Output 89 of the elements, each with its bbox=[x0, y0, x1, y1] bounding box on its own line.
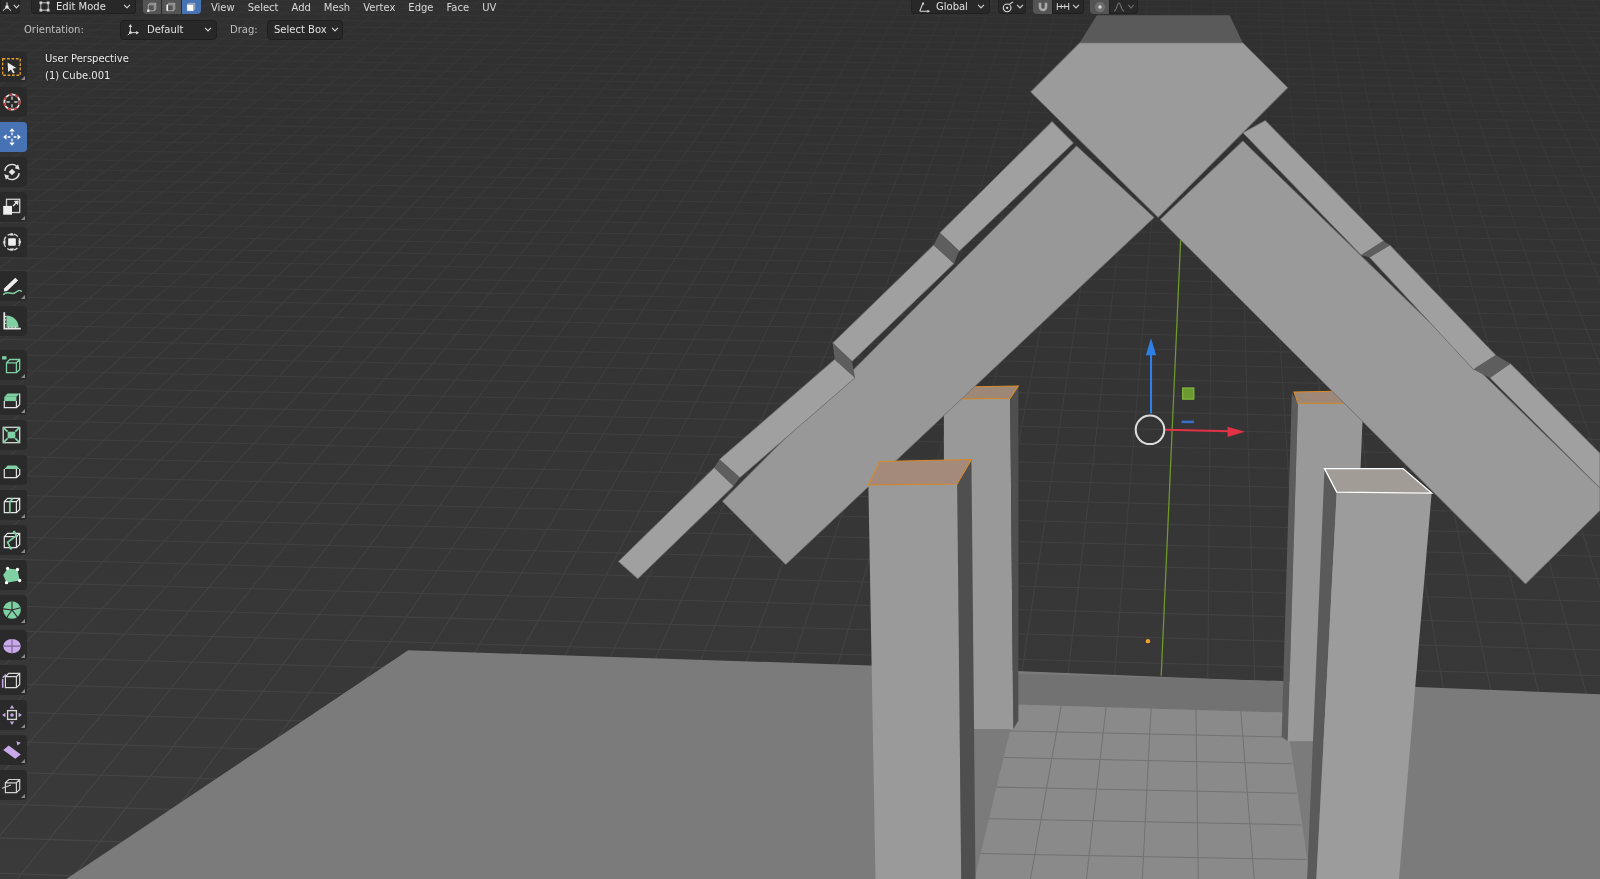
tool-button[interactable] bbox=[0, 271, 27, 301]
origin-dot-icon bbox=[1145, 638, 1151, 644]
menu-item[interactable]: UV bbox=[475, 0, 503, 14]
square-inset-icon bbox=[1, 424, 23, 446]
caret-icon bbox=[977, 4, 985, 9]
orientation-label: Orientation: bbox=[24, 23, 84, 36]
caret-icon bbox=[1127, 4, 1135, 9]
select-box-icon bbox=[1, 56, 23, 78]
tool-button[interactable] bbox=[0, 490, 27, 520]
vertex-select-icon bbox=[146, 1, 159, 13]
tool-button[interactable] bbox=[0, 770, 27, 800]
increment-icon bbox=[1056, 2, 1070, 11]
orientation-dropdown[interactable]: Default bbox=[120, 19, 217, 40]
select-mode-button[interactable] bbox=[162, 0, 182, 14]
mode-dropdown[interactable]: Edit Mode bbox=[31, 0, 136, 14]
menu-item[interactable]: Add bbox=[285, 0, 318, 14]
drag-dropdown[interactable]: Select Box bbox=[267, 19, 343, 40]
cube-arrows-icon bbox=[1, 704, 23, 726]
object-name-label: (1) Cube.001 bbox=[45, 69, 111, 82]
tool-button[interactable] bbox=[0, 227, 27, 257]
select-mode-button[interactable] bbox=[143, 0, 163, 14]
batten-joint bbox=[1473, 355, 1511, 378]
pivot-icon bbox=[1002, 0, 1014, 13]
tool-button[interactable] bbox=[0, 192, 27, 222]
menu-item[interactable]: View bbox=[204, 0, 242, 14]
caret-icon bbox=[1016, 4, 1024, 9]
proportional-circle-icon bbox=[1093, 1, 1106, 13]
tool-button[interactable] bbox=[0, 665, 27, 695]
snap-target-dropdown[interactable] bbox=[1052, 0, 1084, 14]
menu-item[interactable]: Face bbox=[440, 0, 476, 14]
tool-button[interactable] bbox=[0, 560, 27, 590]
caret-icon bbox=[123, 4, 131, 9]
menu-item[interactable]: Select bbox=[241, 0, 285, 14]
batten-joint bbox=[832, 343, 856, 378]
tool-button[interactable] bbox=[0, 700, 27, 730]
axes-icon bbox=[917, 0, 931, 13]
pencil-squiggle-icon bbox=[1, 275, 23, 297]
transform-orientation-dropdown[interactable]: Global bbox=[911, 0, 990, 14]
batten-joint bbox=[1361, 240, 1390, 258]
edge-select-icon bbox=[165, 1, 178, 13]
menu-item[interactable]: Vertex bbox=[356, 0, 402, 14]
tool-button[interactable] bbox=[0, 87, 27, 117]
squares-diagonal-arrow-icon bbox=[1, 196, 23, 218]
axes-tripod-icon bbox=[2, 1, 12, 12]
gizmo-ring[interactable] bbox=[1134, 414, 1166, 446]
tool-button[interactable] bbox=[0, 525, 27, 555]
pivot-dropdown[interactable] bbox=[998, 0, 1026, 14]
mesh-square-icon bbox=[38, 1, 51, 12]
caret-icon bbox=[13, 4, 20, 9]
tool-button[interactable] bbox=[0, 306, 27, 336]
drag-label: Drag: bbox=[230, 23, 258, 36]
cube-cut-line-icon bbox=[1, 529, 23, 551]
falloff-dropdown[interactable] bbox=[1109, 0, 1138, 14]
pie-segments-icon bbox=[1, 599, 23, 621]
falloff-curve-icon bbox=[1113, 1, 1125, 12]
tool-button[interactable] bbox=[0, 52, 27, 82]
tool-button[interactable] bbox=[0, 630, 27, 660]
polygon-dots-icon bbox=[1, 564, 23, 586]
tool-button[interactable] bbox=[0, 735, 27, 765]
circle-square-arrows-icon bbox=[1, 231, 23, 253]
view-name-label: User Perspective bbox=[45, 52, 129, 65]
face-select-icon bbox=[185, 1, 198, 13]
tool-button[interactable] bbox=[0, 385, 27, 415]
tool-button[interactable] bbox=[0, 455, 27, 485]
menu-item[interactable]: Mesh bbox=[317, 0, 357, 14]
ruler-protractor-icon bbox=[1, 310, 23, 332]
proportional-editing-toggle[interactable] bbox=[1090, 0, 1109, 14]
caret-icon bbox=[331, 27, 339, 32]
batten-joint bbox=[714, 459, 740, 486]
four-arrows-icon bbox=[1, 126, 23, 148]
select-mode-button[interactable] bbox=[181, 0, 201, 14]
editor-type-dropdown[interactable] bbox=[0, 0, 20, 14]
caret-icon bbox=[1072, 4, 1080, 9]
caret-icon bbox=[204, 27, 212, 32]
menu-item[interactable]: Edge bbox=[401, 0, 440, 14]
batten-joint bbox=[933, 232, 960, 264]
tool-button[interactable] bbox=[0, 420, 27, 450]
dashed-circle-crosshair-icon bbox=[1, 91, 23, 113]
slanted-block-icon bbox=[1, 739, 23, 761]
snap-toggle[interactable] bbox=[1033, 0, 1052, 14]
magnet-icon bbox=[1036, 1, 1049, 13]
axes-arrows-icon bbox=[126, 22, 140, 37]
cube-plus-icon bbox=[1, 354, 23, 376]
circular-arrows-icon bbox=[1, 161, 23, 183]
handle-square-icon[interactable] bbox=[1182, 387, 1195, 400]
handle-bar-icon[interactable] bbox=[1181, 420, 1194, 424]
tool-button[interactable] bbox=[0, 595, 27, 625]
tool-button[interactable] bbox=[0, 350, 27, 380]
tool-button[interactable] bbox=[0, 157, 27, 187]
